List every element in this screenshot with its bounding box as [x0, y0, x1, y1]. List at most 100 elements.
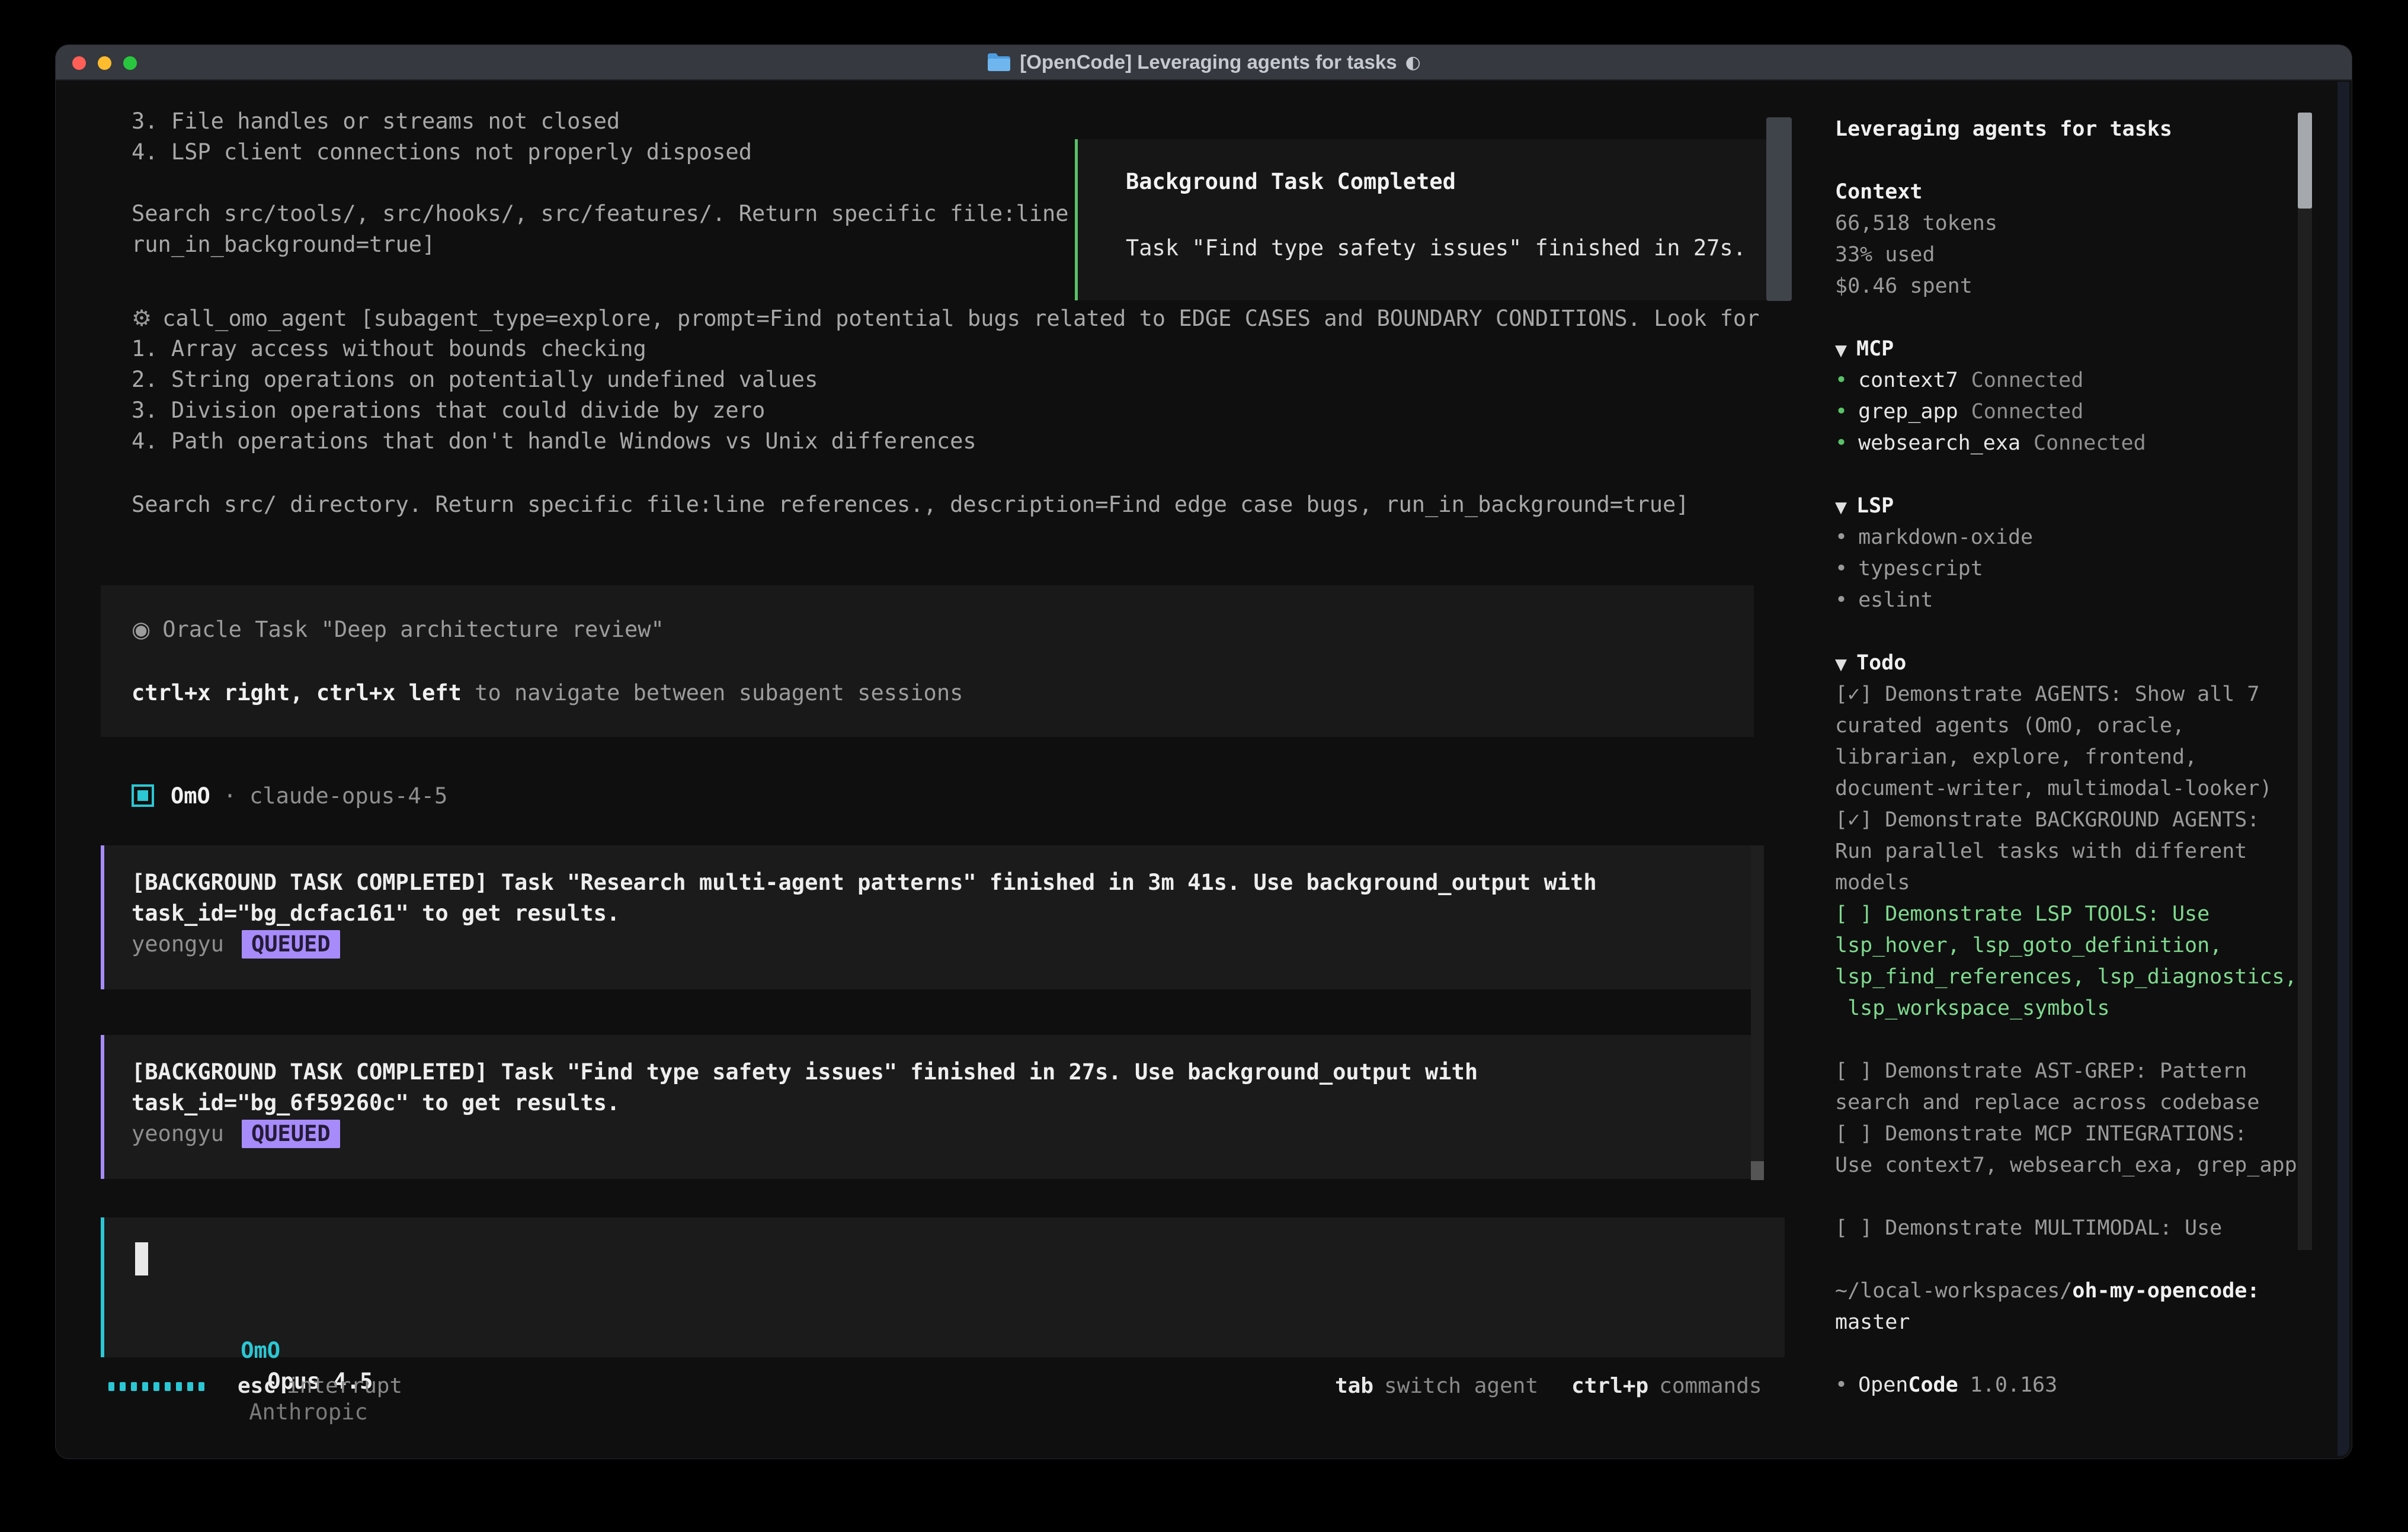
- terminal-line: 1. Array access without bounds checking: [132, 334, 1759, 364]
- app-name-regular: Open: [1858, 1373, 1908, 1397]
- input-agent-name: OmO: [241, 1338, 280, 1363]
- tab-key-hint: tab: [1335, 1371, 1373, 1402]
- status-bar: esc interrupt tab switch agent ctrl+p co…: [56, 1371, 1785, 1402]
- scrollback-group-3: Search src/ directory. Return specific f…: [132, 489, 1689, 520]
- tool-call-group: ⚙ call_omo_agent [subagent_type=explore, …: [132, 303, 1759, 457]
- notification-body: Task "Find type safety issues" finished …: [1126, 233, 1769, 264]
- chat-scrollbar-track[interactable]: [1751, 845, 1764, 1180]
- bullet-icon: •: [1835, 588, 1847, 612]
- tool-call-text: call_omo_agent [subagent_type=explore, p…: [162, 306, 1759, 331]
- mcp-item-name: grep_app: [1858, 400, 1958, 424]
- half-circle-icon: ◐: [1405, 52, 1421, 73]
- tab-key-label: switch agent: [1384, 1371, 1538, 1402]
- mcp-item-name: context7: [1858, 368, 1958, 392]
- tool-call-line: ⚙ call_omo_agent [subagent_type=explore, …: [132, 303, 1759, 334]
- mcp-item-status: Connected: [2034, 431, 2146, 455]
- oracle-task-label: Oracle Task "Deep architecture review": [162, 617, 664, 642]
- workspace-branch: master: [1835, 1307, 2297, 1338]
- esc-key-label: interrupt: [287, 1371, 402, 1402]
- close-window-button[interactable]: [72, 56, 86, 70]
- todo-item-line: document-writer, multimodal-looker): [1835, 773, 2297, 805]
- todo-item-line-active: [ ] Demonstrate LSP TOOLS: Use: [1835, 899, 2297, 930]
- todo-item-line: [ ] Demonstrate MULTIMODAL: Use: [1835, 1213, 2297, 1244]
- lsp-item-name: typescript: [1858, 557, 1983, 581]
- minimize-window-button[interactable]: [98, 56, 111, 70]
- mcp-item-status: Connected: [1971, 400, 2084, 424]
- todo-item-line-active: lsp_workspace_symbols: [1835, 993, 2297, 1024]
- bullet-icon: •: [1835, 557, 1847, 581]
- oracle-icon: ◉: [132, 617, 150, 642]
- main-scrollbar-thumb[interactable]: [1766, 117, 1792, 301]
- window-title-group: [OpenCode] Leveraging agents for tasks ◐: [987, 51, 1421, 73]
- sidebar-scrollbar-thumb[interactable]: [2298, 113, 2312, 209]
- traffic-lights: [72, 45, 137, 81]
- omo-agent-icon: [132, 784, 154, 807]
- terminal-line: Search src/tools/, src/hooks/, src/featu…: [132, 198, 1069, 229]
- task-meta-row: yeongyu QUEUED: [132, 1118, 1754, 1149]
- background-task-notification: Background Task Completed Task "Find typ…: [1075, 139, 1772, 300]
- zoom-window-button[interactable]: [123, 56, 137, 70]
- scrollback-group-1: 3. File handles or streams not closed 4.…: [132, 106, 752, 168]
- lsp-section-heading[interactable]: ▼ LSP: [1835, 491, 2297, 522]
- chevron-down-icon: ▼: [1835, 342, 1847, 360]
- todo-section-heading[interactable]: ▼Todo: [1835, 648, 2297, 679]
- todo-item-line: Use context7, websearch_exa, grep_app: [1835, 1150, 2297, 1181]
- todo-item-line: Run parallel tasks with different: [1835, 836, 2297, 867]
- task-author: yeongyu: [132, 1118, 224, 1149]
- mcp-item-name: websearch_exa: [1858, 431, 2020, 455]
- prompt-input[interactable]: OmO Opus 4.5 Anthropic: [101, 1217, 1785, 1357]
- todo-item-line: [✓] Demonstrate AGENTS: Show all 7: [1835, 679, 2297, 710]
- task-author: yeongyu: [132, 929, 224, 960]
- sidebar-scrollbar-track[interactable]: [2298, 113, 2312, 1250]
- bullet-icon: •: [1835, 1373, 1847, 1397]
- terminal-line: Search src/ directory. Return specific f…: [132, 489, 1689, 520]
- lsp-item: • typescript: [1835, 553, 2297, 585]
- agent-separator: ·: [223, 783, 236, 809]
- mcp-item: • grep_app Connected: [1835, 396, 2297, 428]
- ctrlp-key-label: commands: [1659, 1371, 1762, 1402]
- lsp-item: •eslint: [1835, 585, 2297, 616]
- app-version-row: •OpenCode1.0.163: [1835, 1370, 2297, 1401]
- oracle-task-panel: ◉Oracle Task "Deep architecture review" …: [101, 585, 1754, 737]
- todo-item-line: librarian, explore, frontend,: [1835, 742, 2297, 773]
- window-title: [OpenCode] Leveraging agents for tasks: [1020, 51, 1397, 73]
- esc-key-hint: esc: [238, 1371, 276, 1402]
- terminal-line: 3. Division operations that could divide…: [132, 395, 1759, 426]
- workspace-path: ~/local-workspaces/oh-my-opencode:: [1835, 1275, 2297, 1307]
- model-selector-row[interactable]: OmO Opus 4.5 Anthropic: [135, 1305, 373, 1335]
- terminal-line: run_in_background=true]: [132, 229, 1069, 260]
- background-task-message: [BACKGROUND TASK COMPLETED] Task "Find t…: [101, 1035, 1754, 1179]
- oracle-navigation-hint: ctrl+x right, ctrl+x left to navigate be…: [132, 678, 1754, 709]
- oracle-hint-text: to navigate between subagent sessions: [462, 680, 963, 706]
- task-meta-row: yeongyu QUEUED: [132, 929, 1754, 960]
- context-spent: $0.46 spent: [1835, 271, 2297, 302]
- chevron-down-icon: ▼: [1835, 499, 1847, 517]
- todo-item-line-active: lsp_hover, lsp_goto_definition,: [1835, 930, 2297, 961]
- window-right-edge: [2337, 82, 2349, 1456]
- notification-title: Background Task Completed: [1126, 166, 1769, 197]
- lsp-item-name: markdown-oxide: [1858, 525, 2033, 549]
- terminal-line: 4. LSP client connections not properly d…: [132, 137, 752, 168]
- context-used: 33% used: [1835, 239, 2297, 271]
- bullet-icon: •: [1835, 368, 1847, 392]
- gear-icon: ⚙: [132, 305, 152, 331]
- terminal-line: 4. Path operations that don't handle Win…: [132, 426, 1759, 457]
- queued-status-badge: QUEUED: [242, 930, 340, 959]
- mcp-section-heading[interactable]: ▼ MCP: [1835, 334, 2297, 365]
- sidebar: Leveraging agents for tasks Context 66,5…: [1835, 114, 2297, 1401]
- window-titlebar[interactable]: [OpenCode] Leveraging agents for tasks ◐: [56, 45, 2352, 81]
- bullet-icon: •: [1835, 431, 1847, 455]
- bullet-icon: •: [1835, 525, 1847, 549]
- context-tokens: 66,518 tokens: [1835, 208, 2297, 239]
- terminal-line: 2. String operations on potentially unde…: [132, 364, 1759, 395]
- app-version: 1.0.163: [1970, 1373, 2058, 1397]
- mcp-heading-label: MCP: [1856, 337, 1894, 361]
- ctrlp-key-hint: ctrl+p: [1571, 1371, 1648, 1402]
- workspace-path-prefix: ~/local-workspaces/: [1835, 1279, 2072, 1303]
- chat-scrollbar-thumb[interactable]: [1751, 1161, 1764, 1180]
- text-cursor: [135, 1242, 148, 1275]
- lsp-heading-label: LSP: [1856, 494, 1894, 518]
- bullet-icon: •: [1835, 400, 1847, 424]
- background-task-message: [BACKGROUND TASK COMPLETED] Task "Resear…: [101, 845, 1754, 989]
- todo-item-line: [ ] Demonstrate AST-GREP: Pattern: [1835, 1056, 2297, 1087]
